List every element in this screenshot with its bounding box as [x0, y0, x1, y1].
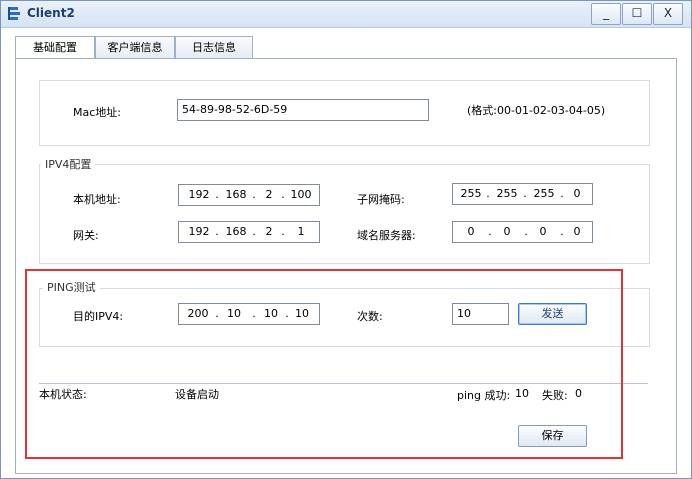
ip-dot: . [524, 225, 528, 238]
tab-log-info[interactable]: 日志信息 [175, 36, 253, 58]
dns-octet: 0 [503, 225, 511, 238]
gateway-octet: 1 [297, 225, 305, 238]
ip-dot: . [215, 188, 219, 201]
minimize-button[interactable]: _ [591, 3, 621, 25]
gateway-octet: 168 [225, 225, 247, 238]
ip-dot: . [281, 225, 285, 238]
ip-dot: . [215, 225, 219, 238]
ipv4-group-label: IPV4配置 [41, 156, 96, 172]
mask-octet: 255 [496, 187, 518, 200]
highlight-box [25, 269, 623, 459]
subnet-mask-input[interactable]: 255 . 255 . 255 . 0 [452, 183, 593, 205]
ipv4-group [39, 164, 650, 264]
ip-dot: . [560, 225, 564, 238]
local-ip-octet: 2 [265, 188, 273, 201]
gateway-octet: 2 [265, 225, 273, 238]
subnet-mask-label: 子网掩码: [357, 193, 405, 206]
ip-dot: . [523, 187, 527, 200]
local-ip-label: 本机地址: [73, 193, 121, 206]
mac-label: Mac地址: [73, 106, 121, 119]
app-icon [8, 7, 20, 20]
dns-octet: 0 [539, 225, 547, 238]
ip-dot: . [560, 187, 564, 200]
gateway-input[interactable]: 192 . 168 . 2 . 1 [178, 221, 320, 243]
ip-dot: . [488, 225, 492, 238]
gateway-octet: 192 [188, 225, 210, 238]
dns-input[interactable]: 0 . 0 . 0 . 0 [452, 221, 593, 243]
mac-format-hint: (格式:00-01-02-03-04-05) [467, 104, 606, 117]
title-bar[interactable]: Client2 _ ☐ X [1, 1, 691, 28]
client-window: Client2 _ ☐ X 基础配置 客户端信息 日志信息 Mac地址: 54-… [0, 0, 692, 479]
close-button[interactable]: X [653, 3, 683, 25]
ip-dot: . [281, 188, 285, 201]
local-ip-input[interactable]: 192 . 168 . 2 . 100 [178, 184, 320, 206]
tab-basic-config[interactable]: 基础配置 [15, 36, 95, 59]
mask-octet: 0 [573, 187, 581, 200]
dns-octet: 0 [573, 225, 581, 238]
dns-label: 域名服务器: [357, 229, 416, 242]
window-title: Client2 [27, 6, 75, 20]
dns-octet: 0 [467, 225, 475, 238]
ip-dot: . [486, 187, 490, 200]
local-ip-octet: 100 [290, 188, 312, 201]
gateway-label: 网关: [73, 229, 99, 242]
tab-client-info[interactable]: 客户端信息 [95, 36, 175, 58]
mac-input[interactable]: 54-89-98-52-6D-59 [177, 99, 429, 121]
local-ip-octet: 168 [225, 188, 247, 201]
ip-dot: . [252, 188, 256, 201]
mask-octet: 255 [533, 187, 555, 200]
local-ip-octet: 192 [188, 188, 210, 201]
maximize-button[interactable]: ☐ [622, 3, 652, 25]
ip-dot: . [252, 225, 256, 238]
mask-octet: 255 [460, 187, 482, 200]
